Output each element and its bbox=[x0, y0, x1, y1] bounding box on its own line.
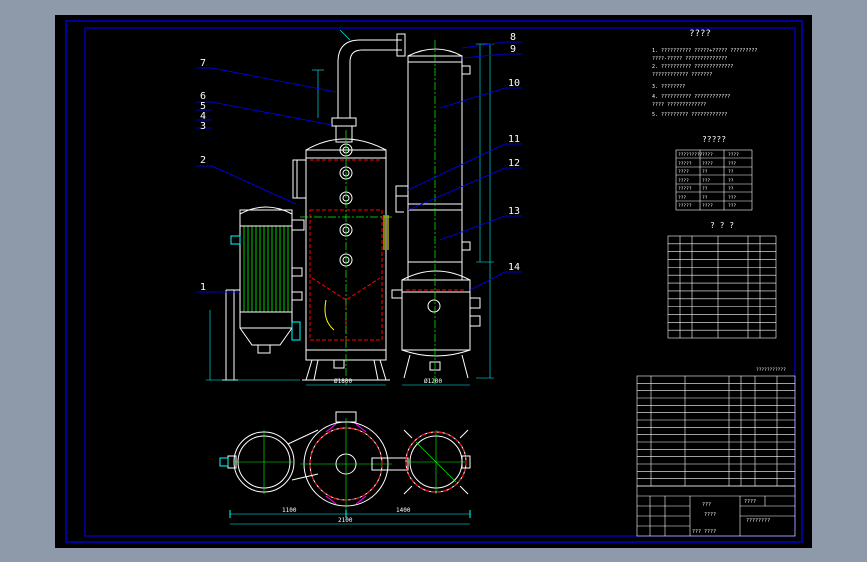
title-footer: ??? ???? bbox=[692, 529, 716, 535]
svg-text:????: ???? bbox=[678, 169, 689, 175]
dim-bottom-left: 1100 bbox=[282, 507, 297, 514]
callout-9: 9 bbox=[510, 44, 516, 55]
title-label-a: ??? bbox=[702, 502, 711, 508]
callout-14: 14 bbox=[508, 262, 520, 273]
svg-text:????-????? ??????????????: ????-????? ?????????????? bbox=[652, 56, 727, 62]
callout-13: 13 bbox=[508, 206, 520, 217]
svg-text:???: ??? bbox=[728, 203, 736, 209]
callout-2: 2 bbox=[200, 155, 206, 166]
callout-3: 3 bbox=[200, 121, 206, 132]
svg-text:?????: ????? bbox=[678, 203, 692, 209]
svg-text:??: ?? bbox=[728, 186, 734, 192]
svg-text:???: ??? bbox=[702, 178, 710, 184]
dim-base-right: Ø1200 bbox=[424, 378, 442, 385]
dim-bottom-total: 2100 bbox=[338, 517, 353, 524]
dim-base-left: Ø1800 bbox=[334, 378, 352, 385]
tech-table-title: ????? bbox=[702, 135, 726, 144]
nozzle-table-title: ? ? ? bbox=[710, 221, 734, 230]
svg-text:???: ??? bbox=[728, 195, 736, 201]
svg-text:???: ??? bbox=[678, 195, 686, 201]
svg-text:???????????? ???????: ???????????? ??????? bbox=[652, 72, 712, 78]
callout-1: 1 bbox=[200, 282, 206, 293]
svg-text:???? ?????????????: ???? ????????????? bbox=[652, 102, 706, 108]
callout-7: 7 bbox=[200, 58, 206, 69]
dim-bottom-right: 1400 bbox=[396, 507, 411, 514]
svg-text:????: ???? bbox=[702, 161, 713, 167]
small-label: ??????????? bbox=[756, 367, 786, 373]
title-label-c: ???? bbox=[744, 499, 756, 505]
callout-8: 8 bbox=[510, 32, 516, 43]
title-drawing-name: ???????? bbox=[746, 518, 770, 524]
svg-text:??: ?? bbox=[728, 178, 734, 184]
title-label-b: ???? bbox=[704, 512, 716, 518]
svg-text:????: ???? bbox=[702, 203, 713, 209]
svg-text:????: ???? bbox=[678, 178, 689, 184]
svg-text:???: ??? bbox=[728, 161, 736, 167]
svg-text:?????????: ????????? bbox=[678, 152, 703, 158]
svg-text:??: ?? bbox=[702, 186, 708, 192]
cad-drawing-canvas: 7 6 5 4 3 2 1 8 9 10 11 12 13 14 1100 14… bbox=[55, 15, 812, 548]
svg-text:4. ?????????? ????????????: 4. ?????????? ???????????? bbox=[652, 94, 730, 100]
svg-text:?????: ????? bbox=[678, 161, 692, 167]
svg-text:????: ???? bbox=[728, 152, 739, 158]
svg-text:??: ?? bbox=[728, 169, 734, 175]
svg-text:1. ?????????? ?????+????? ????: 1. ?????????? ?????+????? ????????? bbox=[652, 48, 757, 54]
svg-text:??: ?? bbox=[702, 169, 708, 175]
svg-text:2. ?????????? ?????????????: 2. ?????????? ????????????? bbox=[652, 64, 733, 70]
svg-text:5. ????????? ????????????: 5. ????????? ???????????? bbox=[652, 112, 727, 118]
svg-text:??: ?? bbox=[702, 195, 708, 201]
svg-text:3. ????????: 3. ???????? bbox=[652, 84, 685, 90]
callout-11: 11 bbox=[508, 134, 520, 145]
svg-text:????: ???? bbox=[702, 152, 713, 158]
callout-10: 10 bbox=[508, 78, 520, 89]
svg-text:?????: ????? bbox=[678, 186, 692, 192]
callout-12: 12 bbox=[508, 158, 520, 169]
notes-title: ???? bbox=[689, 29, 711, 39]
